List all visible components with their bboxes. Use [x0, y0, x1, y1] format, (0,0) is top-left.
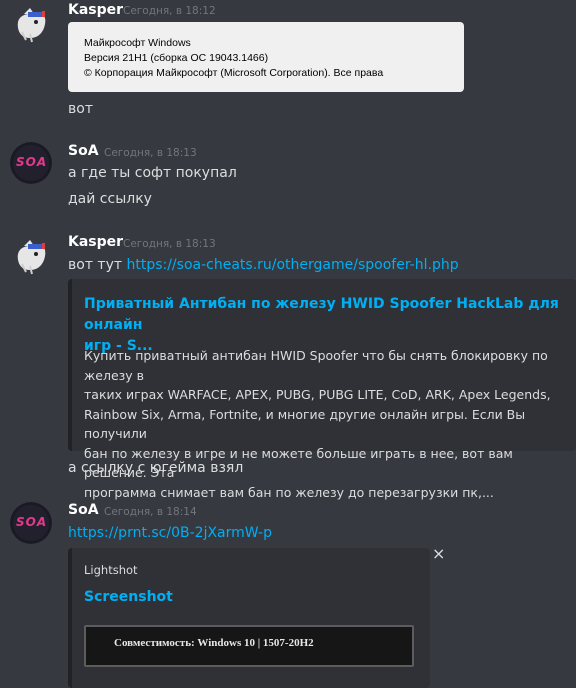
attached-screenshot[interactable]: Майкрософт Windows Версия 21H1 (сборка О… [68, 22, 464, 92]
link-embed: Приватный Антибан по железу HWID Spoofer… [68, 279, 576, 500]
lightshot-embed: Lightshot Screenshot Совместимость: Wind… [68, 548, 430, 688]
author-name[interactable]: SoA [68, 502, 99, 518]
message-text: а где ты софт покупал [68, 165, 237, 181]
embed-image-text: Совместимость: Windows 10 | 1507-20H2 [114, 637, 314, 649]
embed-title-link[interactable]: Screenshot [84, 587, 173, 608]
author-name[interactable]: Kasper [68, 234, 123, 250]
screenshot-line: © Корпорация Майкрософт (Microsoft Corpo… [84, 67, 384, 79]
embed-provider[interactable]: Lightshot [84, 563, 138, 577]
screenshot-line: Майкрософт Windows [84, 37, 191, 49]
message-link[interactable]: https://prnt.sc/0B-2jXarmW-p [68, 525, 272, 541]
author-name[interactable]: SoA [68, 143, 99, 159]
embed-desc-line: программа снимает вам бан по железу до п… [84, 484, 494, 500]
embed-desc-line: Купить приватный антибан HWID Spoofer чт… [84, 348, 548, 383]
embed-description: Купить приватный антибан HWID Spoofer чт… [84, 346, 576, 502]
timestamp: Сегодня, в 18:12 [123, 5, 216, 17]
avatar-kasper[interactable] [10, 2, 52, 44]
close-icon[interactable]: × [432, 544, 445, 563]
avatar-soa-text: SOA [16, 515, 48, 529]
avatar-soa[interactable]: SOA [10, 142, 52, 184]
avatar-soa[interactable]: SOA [10, 502, 52, 544]
message-link-line: https://prnt.sc/0B-2jXarmW-p [68, 525, 272, 541]
timestamp: Сегодня, в 18:14 [104, 506, 197, 518]
message-link[interactable]: https://soa-cheats.ru/othergame/spoofer-… [126, 257, 458, 273]
message-text: а ссылку с югейма взял [68, 460, 244, 476]
embed-title-line: Приватный Антибан по железу HWID Spoofer… [84, 296, 559, 333]
timestamp: Сегодня, в 18:13 [123, 238, 216, 250]
author-name[interactable]: Kasper [68, 2, 123, 18]
message-text: дай ссылку [68, 191, 152, 207]
screenshot-line: Версия 21H1 (сборка ОС 19043.1466) [84, 52, 269, 64]
embed-desc-line: Rainbow Six, Arma, Fortnite, и многие др… [84, 406, 526, 442]
avatar-soa-text: SOA [16, 155, 48, 169]
avatar-kasper[interactable] [10, 234, 52, 276]
timestamp: Сегодня, в 18:13 [104, 147, 197, 159]
message-text: вот [68, 101, 93, 117]
message-prefix: вот тут [68, 257, 127, 273]
embed-desc-line: таких играх WARFACE, APEX, PUBG, PUBG LI… [84, 387, 551, 402]
embed-image[interactable]: Совместимость: Windows 10 | 1507-20H2 [84, 625, 414, 667]
message-text: вот тут https://soa-cheats.ru/othergame/… [68, 257, 459, 273]
